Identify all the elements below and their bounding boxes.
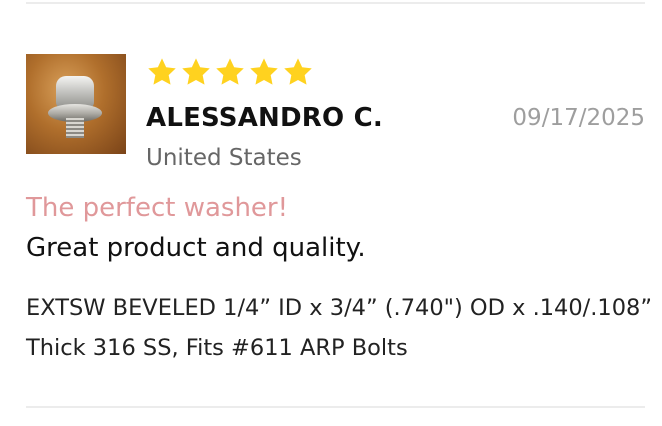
- star-icon: [180, 56, 212, 88]
- review-card: ALESSANDRO C. 09/17/2025 United States T…: [0, 0, 662, 426]
- product-name[interactable]: EXTSW BEVELED 1/4” ID x 3/4” (.740") OD …: [26, 288, 656, 368]
- star-icon: [282, 56, 314, 88]
- star-icon: [248, 56, 280, 88]
- review-body: Great product and quality.: [26, 233, 366, 263]
- review-title: The perfect washer!: [26, 193, 289, 223]
- star-icon: [146, 56, 178, 88]
- star-icon: [214, 56, 246, 88]
- reviewer-location: United States: [146, 145, 302, 171]
- reviewer-photo[interactable]: [26, 54, 126, 154]
- reviewer-name: ALESSANDRO C.: [146, 103, 383, 133]
- bolt-shank-shape: [66, 118, 84, 138]
- bottom-divider: [26, 406, 645, 408]
- star-rating: [146, 56, 314, 90]
- review-date: 09/17/2025: [512, 105, 645, 131]
